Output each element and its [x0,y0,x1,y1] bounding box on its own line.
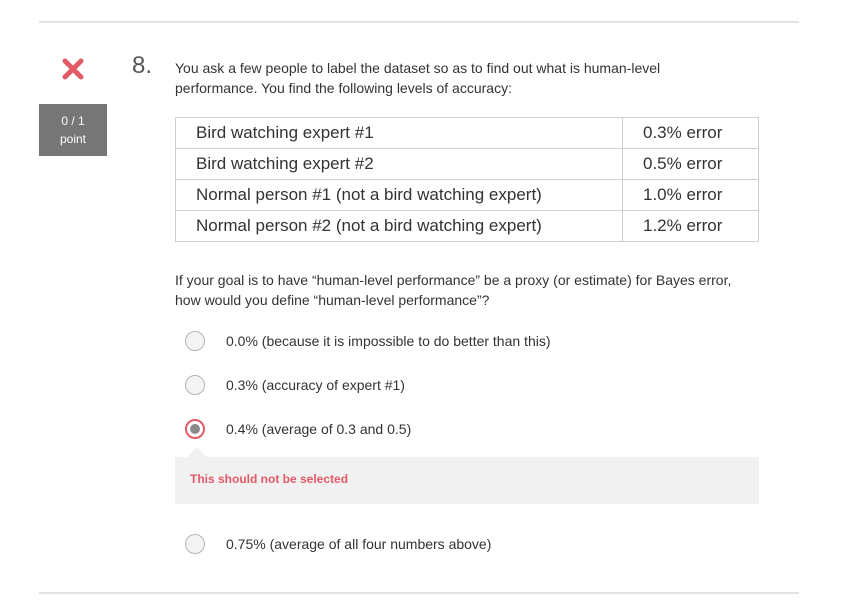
score-value: 0 / 1 [61,114,85,128]
answer-option[interactable]: 0.0% (because it is impossible to do bet… [185,330,551,352]
radio-button[interactable] [185,331,205,351]
table-cell-error: 1.0% error [622,179,759,211]
table-cell-who: Normal person #2 (not a bird watching ex… [175,210,623,242]
table-cell-who: Bird watching expert #2 [175,148,623,180]
table-row: Bird watching expert #2 0.5% error [175,148,759,180]
radio-button[interactable] [185,534,205,554]
answer-option[interactable]: 0.75% (average of all four numbers above… [185,533,491,555]
table-row: Normal person #1 (not a bird watching ex… [175,179,759,211]
table-cell-error: 0.5% error [622,148,759,180]
option-label: 0.75% (average of all four numbers above… [226,536,492,552]
top-divider [39,21,799,23]
option-label: 0.4% (average of 0.3 and 0.5) [226,421,412,437]
score-badge: 0 / 1 point [39,104,107,156]
question-prompt: You ask a few people to label the datase… [175,60,661,96]
table-cell-error: 1.2% error [622,210,759,242]
option-label: 0.0% (because it is impossible to do bet… [226,333,551,349]
option-label: 0.3% (accuracy of expert #1) [226,377,405,393]
accuracy-table: Bird watching expert #1 0.3% error Bird … [175,117,759,242]
table-cell-error: 0.3% error [622,117,759,149]
table-cell-who: Normal person #1 (not a bird watching ex… [175,179,623,211]
question-followup: If your goal is to have “human-level per… [175,272,732,308]
radio-button-selected[interactable] [185,419,205,439]
table-row: Normal person #2 (not a bird watching ex… [175,210,759,242]
radio-button[interactable] [185,375,205,395]
table-cell-who: Bird watching expert #1 [175,117,623,149]
score-unit: point [59,132,87,146]
feedback-message: This should not be selected [175,447,759,504]
answer-option[interactable]: 0.3% (accuracy of expert #1) [185,374,405,396]
question-number: 8. [132,52,153,79]
bottom-divider [39,592,799,594]
x-icon [61,57,85,81]
answer-option-selected[interactable]: 0.4% (average of 0.3 and 0.5) [185,418,411,440]
table-row: Bird watching expert #1 0.3% error [175,117,759,149]
